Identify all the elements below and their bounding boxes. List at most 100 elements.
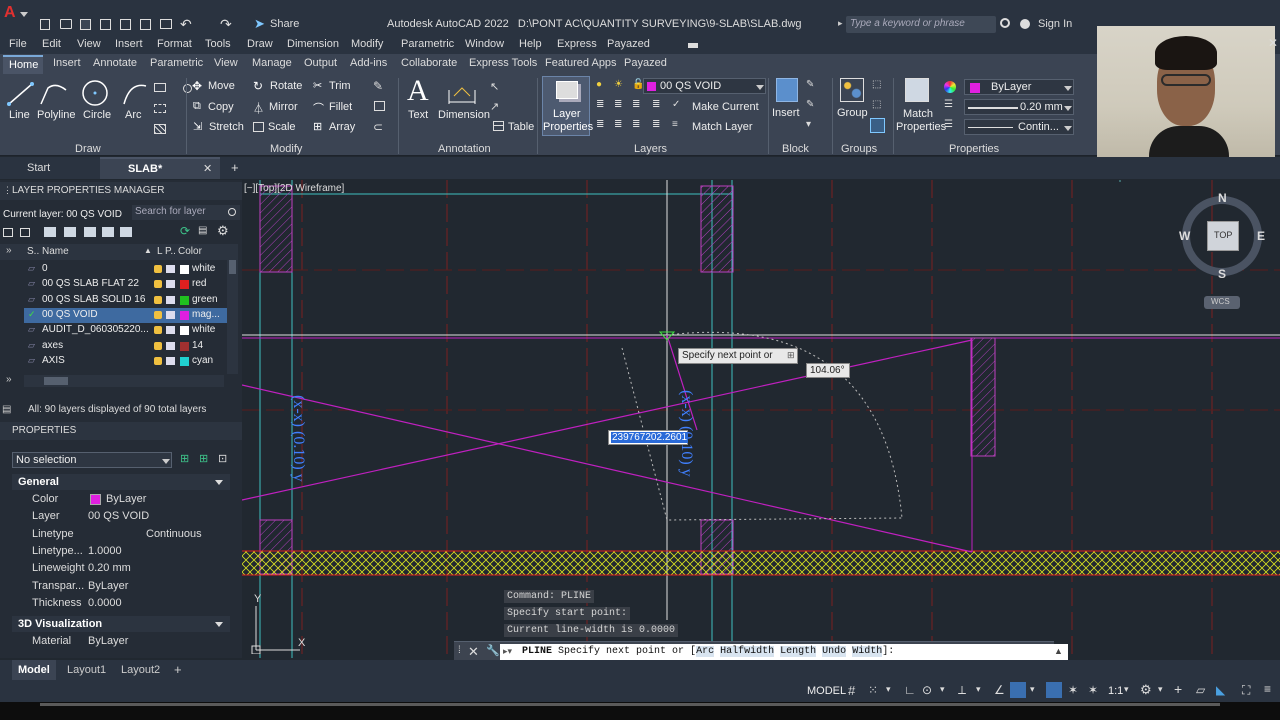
- tab-layout2[interactable]: Layout2: [121, 664, 160, 676]
- rotate-button[interactable]: Rotate: [270, 80, 302, 92]
- selection-dropdown[interactable]: No selection: [12, 452, 172, 468]
- property-row[interactable]: Thickness 0.0000: [12, 595, 250, 612]
- layer-tool-5-icon[interactable]: ≣: [596, 119, 604, 130]
- layer-row[interactable]: ▱ axes 14: [24, 339, 230, 354]
- block-panel-label[interactable]: Block: [782, 143, 809, 155]
- save-as-icon[interactable]: [100, 19, 111, 30]
- menu-window[interactable]: Window: [465, 38, 504, 50]
- ellipse-icon[interactable]: [183, 84, 192, 93]
- mirror-button[interactable]: Mirror: [269, 101, 298, 113]
- length-input[interactable]: 239767202.2601: [608, 430, 689, 445]
- osnap-icon[interactable]: [1010, 682, 1026, 698]
- property-value[interactable]: Continuous: [146, 528, 202, 540]
- annotation-scale[interactable]: 1:1: [1108, 685, 1123, 697]
- table-button[interactable]: Table: [508, 121, 534, 133]
- tab-annotate[interactable]: Annotate: [93, 57, 137, 69]
- tab-slab[interactable]: SLAB* ✕: [100, 157, 220, 179]
- line-icon[interactable]: [6, 80, 36, 108]
- new-file-icon[interactable]: [40, 19, 50, 30]
- polar-icon[interactable]: ⊙: [922, 683, 932, 697]
- layer-row[interactable]: ▱ AUDIT_D_060305220... white: [24, 323, 230, 338]
- chevron-down-icon[interactable]: ▾: [886, 684, 891, 695]
- layer-plot-icon[interactable]: [166, 356, 175, 365]
- tab-collaborate[interactable]: Collaborate: [401, 57, 457, 69]
- tab-view[interactable]: View: [214, 57, 238, 69]
- menu-insert[interactable]: Insert: [115, 38, 143, 50]
- tab-manage[interactable]: Manage: [252, 57, 292, 69]
- linetype-dropdown[interactable]: Contin...: [964, 119, 1074, 135]
- match-layer-button[interactable]: Match Layer: [692, 121, 753, 133]
- insert-block-button[interactable]: Insert: [772, 107, 800, 119]
- property-value[interactable]: ByLayer: [88, 580, 128, 592]
- new-tab-icon[interactable]: +: [231, 160, 239, 175]
- menu-modify[interactable]: Modify: [351, 38, 383, 50]
- user-icon[interactable]: [1020, 19, 1030, 29]
- tab-parametric[interactable]: Parametric: [150, 57, 203, 69]
- search-icon[interactable]: [1000, 18, 1010, 28]
- selection-cycling-icon[interactable]: [1046, 682, 1062, 698]
- property-row[interactable]: Linetype... 1.0000: [12, 543, 250, 560]
- autocad-logo-icon[interactable]: A: [4, 4, 16, 22]
- tab-featured-apps[interactable]: Featured Apps: [545, 57, 617, 69]
- layer-name[interactable]: AUDIT_D_060305220...: [42, 324, 149, 335]
- open-folder-icon[interactable]: [60, 19, 72, 29]
- layer-tool-4-icon[interactable]: ≣: [652, 99, 660, 110]
- column-color[interactable]: Color: [178, 246, 202, 257]
- column-plot[interactable]: P..: [165, 246, 176, 257]
- refresh-icon[interactable]: ⟳: [180, 224, 190, 238]
- model-space-toggle[interactable]: MODEL: [807, 685, 846, 697]
- layer-name[interactable]: 00 QS SLAB SOLID 16: [42, 294, 145, 305]
- layer-color-name[interactable]: cyan: [192, 355, 213, 366]
- tab-insert[interactable]: Insert: [53, 57, 81, 69]
- property-row[interactable]: Lineweight 0.20 mm: [12, 560, 250, 577]
- new-layout-icon[interactable]: +: [174, 662, 182, 677]
- close-command-icon[interactable]: ✕: [468, 644, 479, 660]
- hscroll-thumb[interactable]: [44, 377, 68, 385]
- property-row[interactable]: Linetype Continuous: [12, 526, 250, 543]
- tab-layout1[interactable]: Layout1: [67, 664, 106, 676]
- layer-name[interactable]: 0: [42, 263, 48, 274]
- color-dropdown[interactable]: ByLayer: [964, 79, 1074, 95]
- property-value[interactable]: 0.20 mm: [88, 562, 131, 574]
- toggle-pickadd-icon[interactable]: ⊞: [180, 452, 189, 465]
- command-input[interactable]: ▸▾ PLINE Specify next point or [Arc Half…: [500, 644, 1068, 661]
- viewcube-north[interactable]: N: [1218, 191, 1227, 205]
- property-row[interactable]: Layer 00 QS VOID: [12, 508, 250, 525]
- explode-icon[interactable]: [374, 101, 385, 111]
- wcs-menu[interactable]: WCS: [1204, 296, 1240, 309]
- layer-lock-icon[interactable]: [154, 295, 162, 304]
- drawing-svg[interactable]: (x-x) (0.10) y (x-x) (0.10) y: [242, 180, 1280, 658]
- delete-layer-icon[interactable]: [102, 227, 114, 237]
- viewcube-top-face[interactable]: TOP: [1207, 221, 1239, 251]
- new-layer-vp-frozen-icon[interactable]: [84, 227, 96, 237]
- column-status[interactable]: S..: [27, 246, 39, 257]
- polyline-button[interactable]: Polyline: [37, 109, 76, 121]
- recent-commands-icon[interactable]: ▸▾: [503, 646, 512, 657]
- video-progress-track[interactable]: [40, 703, 1220, 706]
- layer-lock-icon[interactable]: [154, 356, 162, 365]
- menu-extra-icon[interactable]: [688, 43, 698, 48]
- option-halfwidth[interactable]: Halfwidth: [720, 646, 775, 657]
- chevron-down-icon[interactable]: ▾: [940, 684, 945, 695]
- new-layer-icon[interactable]: [64, 227, 76, 237]
- match-properties-label-1[interactable]: Match: [903, 108, 933, 120]
- layer-plot-icon[interactable]: [166, 341, 175, 350]
- layer-lock-icon[interactable]: [154, 341, 162, 350]
- dimension-button[interactable]: Dimension: [438, 109, 490, 121]
- arc-button[interactable]: Arc: [125, 109, 142, 121]
- lineweight-dropdown[interactable]: 0.20 mm: [964, 99, 1074, 115]
- layer-name[interactable]: axes: [42, 340, 63, 351]
- layer-color-swatch[interactable]: [180, 265, 189, 274]
- layer-color-name[interactable]: green: [192, 294, 218, 305]
- properties-panel-label[interactable]: Properties: [949, 143, 999, 155]
- layer-list-scrollbar[interactable]: [227, 244, 238, 374]
- web-icon[interactable]: [120, 19, 131, 30]
- property-row[interactable]: Color ByLayer: [12, 491, 250, 508]
- new-group-filter-icon[interactable]: [20, 228, 30, 237]
- sign-in-button[interactable]: Sign In: [1038, 18, 1072, 30]
- menu-view[interactable]: View: [77, 38, 101, 50]
- markup-icon[interactable]: ↗: [490, 100, 499, 113]
- workspace-gear-icon[interactable]: ⚙: [1140, 682, 1152, 698]
- layer-tool-2-icon[interactable]: ≣: [614, 99, 622, 110]
- layer-tool-1-icon[interactable]: ≣: [596, 99, 604, 110]
